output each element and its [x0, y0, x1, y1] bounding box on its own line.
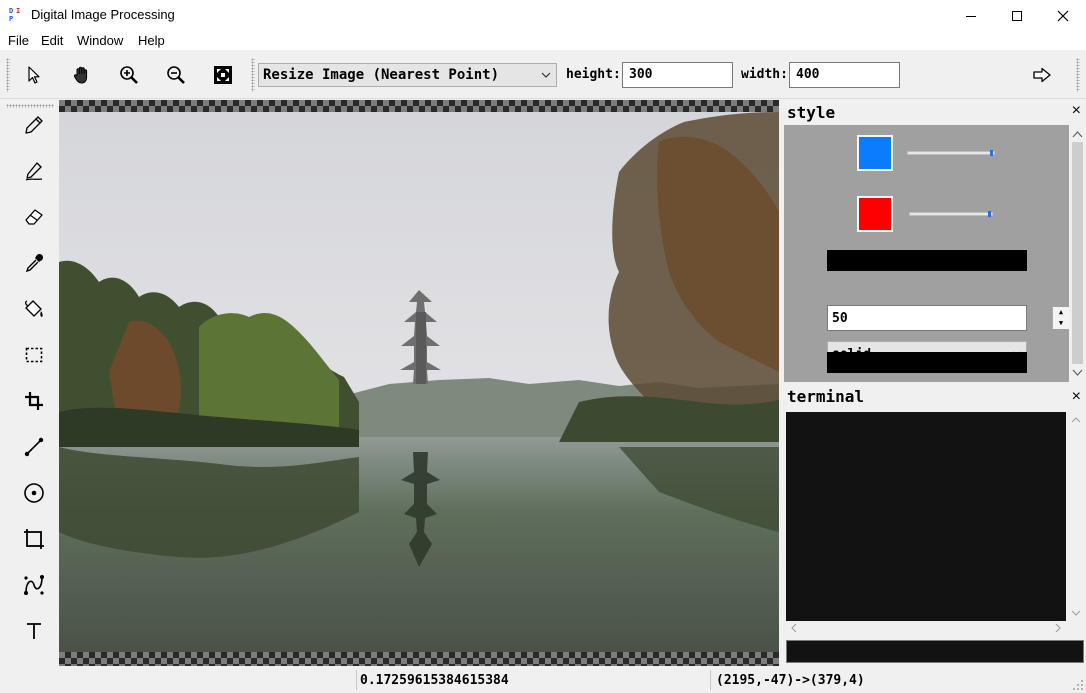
hand-icon [73, 66, 88, 84]
secondary-alpha-handle[interactable] [988, 211, 991, 217]
circle-tool-button[interactable] [19, 478, 49, 508]
height-label: height: [566, 67, 621, 82]
eyedropper-tool-button[interactable] [19, 248, 49, 278]
menu-bar: File Edit Window Help [0, 31, 1086, 50]
menu-file[interactable]: File [8, 33, 29, 48]
rectangle-tool-button[interactable] [19, 524, 49, 554]
terminal-scroll-arrows [1071, 417, 1081, 616]
rectangle-icon [24, 529, 44, 549]
status-coordinates: (2195,-47)->(379,4) [716, 673, 865, 688]
palette-grip[interactable] [6, 104, 54, 108]
terminal-horizontal-scrollbar[interactable] [786, 621, 1066, 635]
pencil-tool-button[interactable] [19, 110, 49, 140]
line-icon [24, 437, 44, 457]
terminal-input[interactable] [786, 640, 1084, 663]
pointer-tool-button[interactable] [19, 60, 49, 90]
line-style-preview [827, 352, 1027, 373]
zoom-in-button[interactable] [114, 60, 144, 90]
toolbar-grip[interactable] [6, 58, 10, 92]
height-input[interactable]: 300 [622, 62, 733, 88]
minimize-icon [966, 15, 976, 17]
pen-icon [25, 162, 43, 181]
resize-grip-icon[interactable] [1072, 679, 1084, 691]
toolbar-grip-3[interactable] [1076, 58, 1080, 92]
arrow-right-icon [1033, 67, 1051, 83]
fill-tool-button[interactable] [19, 294, 49, 324]
status-separator [710, 670, 711, 690]
menu-window[interactable]: Window [77, 33, 123, 48]
maximize-icon [1012, 10, 1022, 21]
line-width-preview [827, 250, 1027, 271]
style-panel-close-button[interactable]: × [1072, 102, 1081, 120]
minimize-button[interactable] [948, 0, 994, 31]
primary-alpha-handle[interactable] [990, 150, 993, 156]
width-label: width: [741, 67, 788, 82]
maximize-button[interactable] [994, 0, 1040, 31]
zoom-in-icon [120, 66, 138, 84]
toolbar-grip-2[interactable] [251, 58, 255, 92]
width-input[interactable]: 400 [789, 62, 900, 88]
text-tool-button[interactable] [19, 616, 49, 646]
primary-color-swatch[interactable] [857, 135, 893, 171]
close-button[interactable] [1040, 0, 1086, 31]
menu-edit[interactable]: Edit [41, 33, 63, 48]
circle-icon [24, 483, 44, 503]
close-icon [1057, 10, 1069, 21]
operation-select[interactable]: Resize Image (Nearest Point) [258, 63, 557, 87]
line-width-value: 50 [832, 311, 848, 326]
terminal-panel: terminal × [782, 385, 1086, 666]
eraser-tool-button[interactable] [19, 202, 49, 232]
style-panel-scrollbar[interactable] [1069, 125, 1086, 382]
fit-to-window-icon [214, 66, 232, 84]
hand-tool-button[interactable] [67, 60, 97, 90]
rect-select-tool-button[interactable] [19, 340, 49, 370]
pen-tool-button[interactable] [19, 156, 49, 186]
pointer-icon [28, 66, 40, 84]
secondary-alpha-slider[interactable] [909, 211, 993, 217]
photo-lake-pagoda[interactable] [59, 112, 779, 652]
image-canvas[interactable] [59, 100, 779, 666]
terminal-output[interactable] [786, 412, 1066, 621]
title-bar: DI P Digital Image Processing [0, 0, 1086, 31]
primary-alpha-slider[interactable] [907, 150, 995, 156]
line-tool-button[interactable] [19, 432, 49, 462]
status-separator [356, 670, 357, 690]
operation-select-value: Resize Image (Nearest Point) [263, 67, 500, 83]
app-icon: DI P [9, 7, 21, 23]
eraser-icon [25, 209, 43, 225]
style-panel-title: style [787, 103, 836, 122]
crop-tool-button[interactable] [19, 386, 49, 416]
text-icon [27, 623, 41, 639]
menu-help[interactable]: Help [138, 33, 165, 48]
tool-palette [0, 100, 59, 666]
scrollbar-arrows [1072, 131, 1083, 376]
terminal-panel-close-button[interactable]: × [1072, 388, 1081, 406]
secondary-color-swatch[interactable] [857, 196, 893, 232]
status-value: 0.17259615384615384 [360, 673, 509, 688]
rect-select-icon [25, 347, 43, 363]
photo-image [59, 112, 779, 652]
chevron-down-icon [541, 72, 551, 78]
status-bar: 0.17259615384615384 (2195,-47)->(379,4) [0, 666, 1086, 693]
spin-up-button[interactable]: ▲ [1052, 307, 1069, 318]
terminal-panel-title: terminal [787, 387, 865, 406]
style-panel-body: 50 ▲ ▼ solid [784, 125, 1069, 382]
line-width-spinbox[interactable]: 50 ▲ ▼ [827, 305, 1069, 331]
zoom-out-icon [167, 66, 185, 84]
terminal-scrollbar[interactable] [1068, 412, 1084, 621]
pencil-icon [25, 116, 43, 134]
crop-icon [25, 392, 43, 410]
fit-to-window-button[interactable] [208, 60, 238, 90]
style-panel: style × 50 ▲ ▼ solid [782, 100, 1086, 382]
fill-bucket-icon [25, 300, 43, 317]
spin-down-button[interactable]: ▼ [1052, 318, 1069, 329]
zoom-out-button[interactable] [161, 60, 191, 90]
eyedropper-icon [25, 253, 44, 273]
window-title: Digital Image Processing [31, 7, 175, 22]
bezier-curve-icon [24, 575, 44, 595]
terminal-hscroll-arrows [791, 623, 1061, 633]
apply-button[interactable] [1027, 60, 1057, 90]
bezier-tool-button[interactable] [19, 570, 49, 600]
